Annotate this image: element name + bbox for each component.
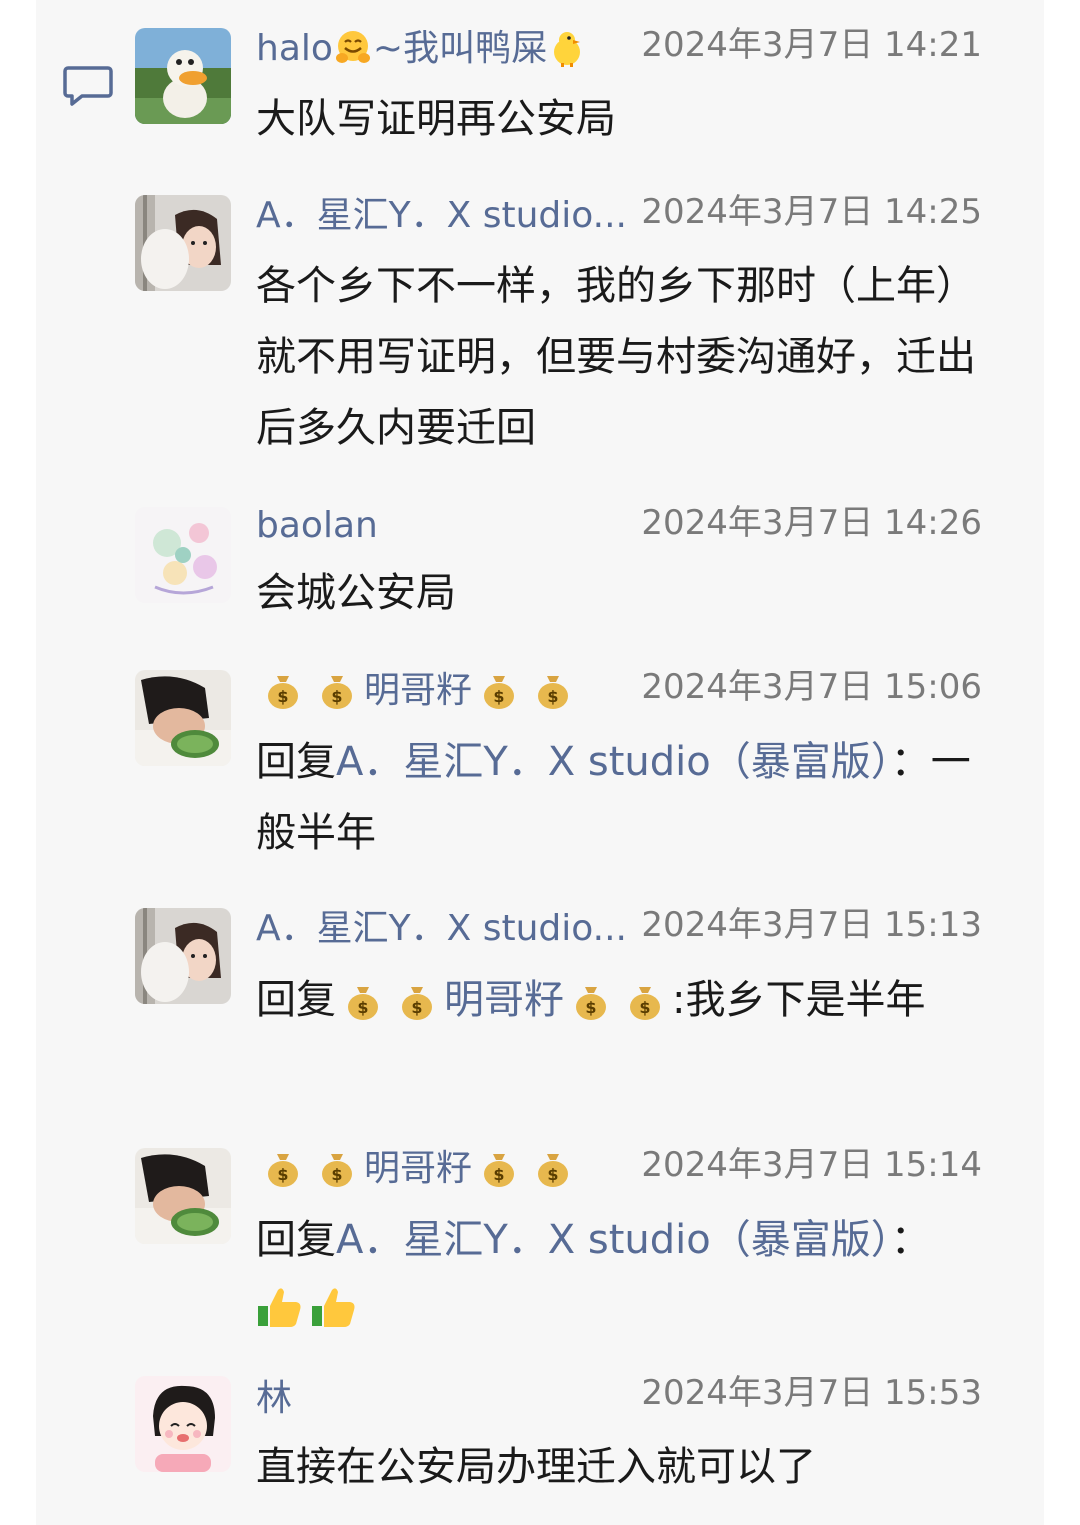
svg-text:$: $ [331, 1165, 342, 1184]
money-bag-emoji: $ [399, 981, 435, 1021]
svg-text:$: $ [493, 1165, 504, 1184]
message-text: 回复 $ $ 明哥籽 $ $:我乡下是半年 [256, 977, 926, 1023]
author-name[interactable]: halo ~我叫鸭屎 [256, 26, 587, 72]
money-bag-emoji: $ [535, 670, 571, 710]
message-text: 大队写证明再公安局 [256, 96, 616, 142]
money-bag-emoji: $ [265, 1148, 301, 1188]
author-name[interactable]: A．星汇Y．X studio... [256, 193, 627, 239]
avatar-man-watermelon[interactable] [135, 670, 231, 766]
reply-mention-link[interactable]: A．星汇Y．X studio（暴富版） [336, 1217, 891, 1263]
thumbs-up-emoji [310, 1284, 358, 1330]
author-name[interactable]: baolan [256, 503, 378, 549]
message-time: 2024年3月7日 14:25 [641, 192, 982, 232]
author-name[interactable]: $ $ 明哥籽 $ $ [256, 668, 580, 714]
comment-icon[interactable] [62, 64, 114, 108]
svg-text:$: $ [277, 1165, 288, 1184]
svg-text:$: $ [639, 998, 650, 1017]
svg-text:$: $ [585, 998, 596, 1017]
avatar-flowers[interactable] [135, 507, 231, 603]
message-text: 回复A．星汇Y．X studio（暴富版）： [256, 1205, 984, 1347]
money-bag-emoji: $ [345, 981, 381, 1021]
avatar-man-watermelon[interactable] [135, 1148, 231, 1244]
thumbs-up-emoji [256, 1284, 304, 1330]
message-text: 回复A．星汇Y．X studio（暴富版）：一般半年 [256, 739, 971, 856]
svg-text:$: $ [411, 998, 422, 1017]
svg-text:$: $ [357, 998, 368, 1017]
money-bag-emoji: $ [319, 670, 355, 710]
author-name[interactable]: 林 [256, 1376, 292, 1422]
money-bag-emoji: $ [319, 1148, 355, 1188]
message-time: 2024年3月7日 15:53 [641, 1373, 982, 1413]
message-time: 2024年3月7日 15:06 [641, 667, 982, 707]
message-text: 各个乡下不一样，我的乡下那时（上年）就不用写证明，但要与村委沟通好，迁出后多久内… [256, 263, 976, 451]
reply-mention-link[interactable]: A．星汇Y．X studio（暴富版） [336, 739, 891, 785]
message-text: 直接在公安局办理迁入就可以了 [256, 1444, 816, 1490]
message-time: 2024年3月7日 15:14 [641, 1145, 982, 1185]
avatar-woman[interactable] [135, 195, 231, 291]
author-name[interactable]: $ $ 明哥籽 $ $ [256, 1146, 580, 1192]
hugging-face-emoji [333, 28, 373, 68]
baby-chick-emoji [547, 28, 587, 68]
reply-mention-link[interactable]: $ $ 明哥籽 $ $ [336, 977, 672, 1023]
message-time: 2024年3月7日 14:26 [641, 503, 982, 543]
svg-text:$: $ [547, 687, 558, 706]
money-bag-emoji: $ [535, 1148, 571, 1188]
svg-text:$: $ [331, 687, 342, 706]
svg-text:$: $ [493, 687, 504, 706]
money-bag-emoji: $ [481, 670, 517, 710]
money-bag-emoji: $ [573, 981, 609, 1021]
avatar-woman[interactable] [135, 908, 231, 1004]
avatar-cartoon-girl[interactable] [135, 1376, 231, 1472]
message-time: 2024年3月7日 14:21 [641, 25, 982, 65]
svg-text:$: $ [547, 1165, 558, 1184]
author-name[interactable]: A．星汇Y．X studio... [256, 906, 627, 952]
avatar-duck[interactable] [135, 28, 231, 124]
money-bag-emoji: $ [627, 981, 663, 1021]
svg-text:$: $ [277, 687, 288, 706]
money-bag-emoji: $ [265, 670, 301, 710]
message-time: 2024年3月7日 15:13 [641, 905, 982, 945]
money-bag-emoji: $ [481, 1148, 517, 1188]
message-text: 会城公安局 [256, 570, 456, 616]
